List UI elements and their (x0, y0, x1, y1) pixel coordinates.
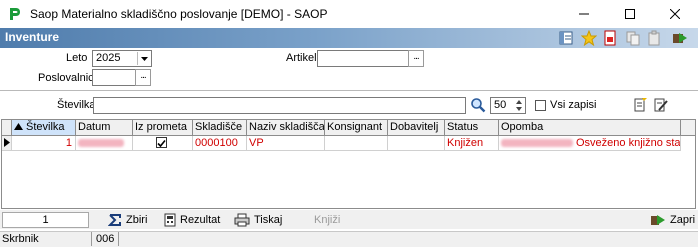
column-header-opomba[interactable]: Opomba (499, 120, 681, 136)
cell-skladisce[interactable]: 0000100 (193, 136, 247, 151)
record-count-stepper[interactable]: 50 (490, 97, 526, 114)
form-title: Inventure (5, 30, 60, 44)
artikel-lookup-button[interactable]: ... (408, 50, 424, 67)
stevilka-label: Številka (57, 99, 96, 111)
action-bar (0, 210, 698, 229)
maximize-icon (625, 9, 635, 19)
divider (0, 90, 698, 91)
row-selector-header (2, 120, 12, 136)
cell-datum[interactable] (76, 136, 133, 151)
leto-select[interactable]: 2025 (92, 50, 152, 67)
window-title: Saop Materialno skladiščno poslovanje [D… (30, 7, 328, 21)
minimize-button[interactable] (561, 0, 607, 28)
column-header-konsignant[interactable]: Konsignant (325, 120, 388, 136)
leto-label: Leto (66, 52, 88, 64)
header-filler (681, 120, 695, 136)
poslovalnica-input[interactable] (92, 69, 136, 86)
column-header-datum[interactable]: Datum (76, 120, 133, 136)
column-header-dobavitelj[interactable]: Dobavitelj (388, 120, 445, 136)
cell-status[interactable]: Knjižen (445, 136, 499, 151)
poslovalnica-label: Poslovalnica (38, 72, 100, 84)
pdf-icon[interactable] (602, 30, 618, 46)
stevilka-search-input[interactable] (93, 97, 466, 114)
column-header-iz-prometa[interactable]: Iz prometa (133, 120, 193, 136)
column-header-naziv-skladisca[interactable]: Naziv skladišča (247, 120, 325, 136)
cell-konsignant[interactable] (325, 136, 388, 151)
chevron-down-icon[interactable] (137, 52, 150, 65)
copy-icon[interactable] (625, 30, 641, 46)
record-count-value: 50 (494, 99, 507, 111)
inventory-grid[interactable]: Številka Datum Iz prometa Skladišče Nazi… (1, 119, 696, 209)
zapri-button[interactable]: Zapri (650, 210, 695, 229)
column-header-stevilka[interactable]: Številka (12, 120, 76, 136)
cell-stevilka[interactable]: 1 (12, 136, 76, 151)
vsi-zapisi-label: Vsi zapisi (550, 99, 597, 111)
status-user: Skrbnik (2, 233, 39, 245)
tiskaj-button[interactable]: Tiskaj (234, 210, 282, 229)
exit-icon (651, 214, 665, 225)
favorite-star-icon[interactable] (580, 29, 598, 47)
zbiri-button[interactable]: Zbiri (108, 210, 147, 229)
edit-document-icon[interactable] (653, 97, 669, 113)
maximize-button[interactable] (607, 0, 653, 28)
rezultat-button[interactable]: Rezultat (164, 210, 220, 229)
cell-iz-prometa[interactable] (133, 136, 193, 151)
row-selector[interactable] (2, 136, 12, 151)
new-document-icon[interactable] (632, 97, 648, 113)
iz-prometa-checkbox[interactable] (156, 137, 167, 148)
status-code: 006 (96, 233, 115, 245)
artikel-label: Artikel (286, 52, 317, 64)
poslovalnica-lookup-button[interactable]: ... (135, 69, 151, 86)
knjizi-button[interactable]: Knjiži (314, 210, 340, 229)
cell-naziv-skladisca[interactable]: VP (247, 136, 325, 151)
record-number-field: 1 (2, 212, 89, 228)
layout-icon[interactable] (558, 30, 574, 46)
search-icon[interactable] (470, 97, 486, 113)
opomba-text: Osveženo knjižno stanje (576, 137, 681, 149)
paste-icon[interactable] (646, 30, 662, 46)
minimize-icon (579, 13, 589, 15)
column-header-status[interactable]: Status (445, 120, 499, 136)
exit-icon[interactable] (671, 30, 687, 46)
close-button[interactable] (652, 0, 698, 28)
artikel-input[interactable] (317, 50, 409, 67)
sigma-icon (108, 213, 121, 226)
close-icon (670, 9, 680, 19)
printer-icon (234, 213, 250, 226)
cell-opomba[interactable]: Osveženo knjižno stanje (499, 136, 681, 151)
checkmark-icon (157, 139, 166, 148)
calculator-icon (164, 213, 176, 226)
vsi-zapisi-checkbox[interactable] (535, 100, 546, 111)
current-row-arrow-icon (4, 138, 10, 147)
leto-value: 2025 (96, 52, 121, 64)
stepper-arrows-icon[interactable] (514, 98, 524, 113)
status-separator (91, 232, 92, 246)
column-header-skladisce[interactable]: Skladišče (193, 120, 247, 136)
app-logo-icon (8, 7, 22, 21)
sort-ascending-icon (14, 123, 23, 130)
status-separator (118, 232, 119, 246)
cell-dobavitelj[interactable] (388, 136, 445, 151)
